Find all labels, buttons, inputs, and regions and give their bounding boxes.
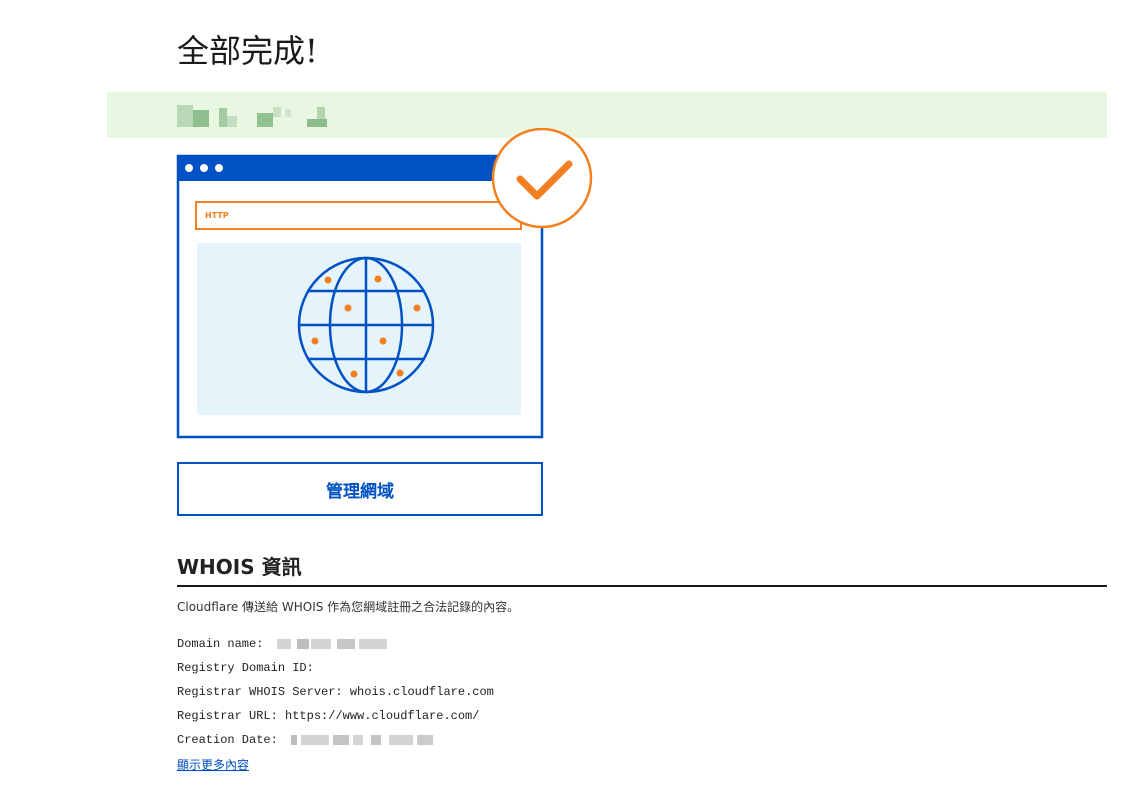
whois-label: Creation Date:	[177, 733, 278, 747]
whois-label: Registrar URL:	[177, 709, 278, 723]
redacted-value	[291, 734, 434, 745]
redacted-domain-text	[177, 105, 337, 127]
whois-heading: WHOIS 資訊	[177, 555, 302, 579]
whois-row-registry-domain-id: Registry Domain ID:	[177, 660, 494, 684]
whois-record: Domain name: Registry Domain ID: Registr…	[177, 636, 494, 756]
redacted-value	[276, 638, 387, 649]
whois-value: whois.cloudflare.com	[349, 685, 494, 699]
page-title: 全部完成!	[177, 32, 318, 70]
show-more-link[interactable]: 顯示更多內容	[177, 756, 249, 773]
whois-description: Cloudflare 傳送給 WHOIS 作為您網域註冊之合法記錄的內容。	[177, 600, 520, 614]
whois-row-registrar-url: Registrar URL: https://www.cloudflare.co…	[177, 708, 494, 732]
whois-divider	[177, 585, 1107, 587]
whois-row-whois-server: Registrar WHOIS Server: whois.cloudflare…	[177, 684, 494, 708]
whois-label: Registrar WHOIS Server:	[177, 685, 343, 699]
manage-domain-button[interactable]: 管理網域	[177, 462, 543, 516]
url-bar-text: HTTP	[205, 211, 229, 220]
browser-window-illustration: HTTP	[176, 128, 596, 440]
whois-row-domain-name: Domain name:	[177, 636, 494, 660]
globe-icon	[297, 256, 435, 394]
whois-label: Domain name:	[177, 637, 264, 651]
whois-label: Registry Domain ID:	[177, 661, 314, 675]
browser-window-icon: HTTP	[176, 128, 593, 439]
whois-value: https://www.cloudflare.com/	[285, 709, 480, 723]
whois-row-creation-date: Creation Date:	[177, 732, 494, 756]
